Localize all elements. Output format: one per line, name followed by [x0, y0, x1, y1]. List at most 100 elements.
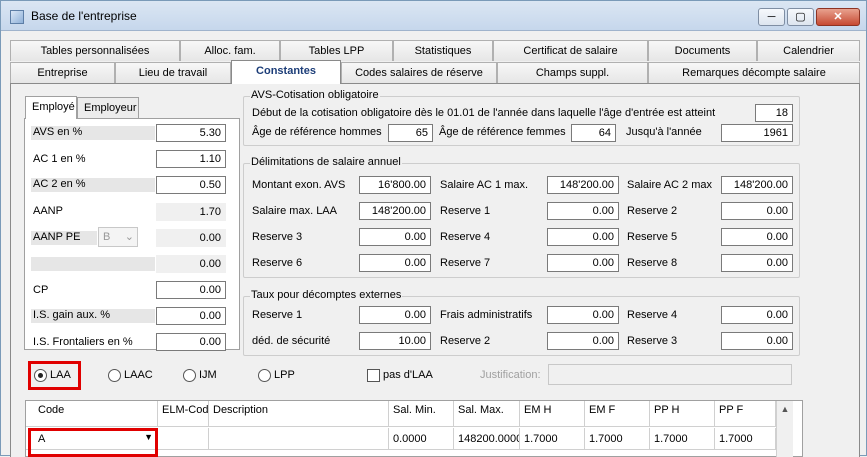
salary-label: Montant exon. AVS: [252, 179, 346, 191]
tab-lieu-de-travail[interactable]: Lieu de travail: [115, 62, 231, 83]
col-header-code[interactable]: Code: [26, 401, 158, 427]
ijm-radio[interactable]: [183, 369, 196, 382]
table-cell-description[interactable]: [209, 428, 389, 450]
tab-codes-salaires-reserve[interactable]: Codes salaires de réserve: [341, 62, 497, 83]
salary-label: Reserve 1: [440, 205, 491, 217]
rate-field[interactable]: 0.00: [359, 306, 431, 324]
avs-group-title: AVS-Cotisation obligatoire: [250, 89, 380, 101]
col-header-pp-h[interactable]: PP H: [650, 401, 715, 427]
table-scrollbar[interactable]: ▲: [776, 401, 793, 457]
aanp-pe-select[interactable]: B ⌄: [98, 227, 138, 247]
lpp-radio[interactable]: [258, 369, 271, 382]
is-frontaliers-field[interactable]: 0.00: [156, 333, 226, 351]
laa-radio[interactable]: [34, 369, 47, 382]
until-year-field[interactable]: 1961: [721, 124, 793, 142]
employee-rates-panel: AVS en % 5.30 AC 1 en % 1.10 AC 2 en % 0…: [24, 118, 240, 351]
salary-label: Reserve 4: [440, 231, 491, 243]
salary-field[interactable]: 0.00: [721, 254, 793, 272]
salary-field[interactable]: 148'200.00: [359, 202, 431, 220]
table-cell-sal-min[interactable]: 0.0000: [389, 428, 454, 450]
salary-field[interactable]: 16'800.00: [359, 176, 431, 194]
tab-tables-personnalisees[interactable]: Tables personnalisées: [10, 40, 180, 61]
table-cell-em-h[interactable]: 1.7000: [520, 428, 585, 450]
tab-certificat-salaire[interactable]: Certificat de salaire: [493, 40, 648, 61]
salary-field[interactable]: 0.00: [359, 254, 431, 272]
subtab-employe[interactable]: Employé: [25, 96, 77, 119]
col-header-sal-max[interactable]: Sal. Max.: [454, 401, 520, 427]
table-cell-elm-cod[interactable]: [158, 428, 209, 450]
avs-field[interactable]: 5.30: [156, 124, 226, 142]
external-rates-title: Taux pour décomptes externes: [250, 289, 403, 301]
col-header-pp-f[interactable]: PP F: [715, 401, 776, 427]
salary-label: Reserve 3: [252, 231, 303, 243]
salary-label: Reserve 8: [627, 257, 678, 269]
aanp-label: AANP: [33, 205, 63, 217]
tab-constantes[interactable]: Constantes: [231, 60, 341, 84]
justification-label: Justification:: [480, 369, 541, 381]
rate-field[interactable]: 0.00: [547, 332, 619, 350]
aanp-field: 1.70: [156, 203, 226, 221]
ac2-field[interactable]: 0.50: [156, 176, 226, 194]
rate-field[interactable]: 0.00: [547, 306, 619, 324]
salary-field[interactable]: 0.00: [547, 228, 619, 246]
rate-label: Frais administratifs: [440, 309, 533, 321]
salary-field[interactable]: 148'200.00: [547, 176, 619, 194]
laa-label: LAA: [50, 369, 71, 381]
is-gain-field[interactable]: 0.00: [156, 307, 226, 325]
salary-field[interactable]: 0.00: [359, 228, 431, 246]
justification-field[interactable]: [548, 364, 792, 385]
salary-field[interactable]: 0.00: [721, 228, 793, 246]
rate-label: déd. de sécurité: [252, 335, 331, 347]
rate-field[interactable]: 0.00: [721, 332, 793, 350]
tab-calendrier[interactable]: Calendrier: [757, 40, 860, 61]
col-header-description[interactable]: Description: [209, 401, 389, 427]
tab-statistiques[interactable]: Statistiques: [393, 40, 493, 61]
table-cell-pp-f[interactable]: 1.7000: [715, 428, 776, 450]
tab-champs-suppl[interactable]: Champs suppl.: [497, 62, 648, 83]
salary-field[interactable]: 148'200.00: [721, 176, 793, 194]
salary-field[interactable]: 0.00: [547, 254, 619, 272]
avs-group: [243, 96, 800, 146]
table-cell-em-f[interactable]: 1.7000: [585, 428, 650, 450]
col-header-em-f[interactable]: EM F: [585, 401, 650, 427]
app-window: Base de l'entreprise ─ ▢ ✕ Tables person…: [0, 0, 867, 457]
aanp-pe-field: 0.00: [156, 229, 226, 247]
men-age-field[interactable]: 65: [388, 124, 433, 142]
rate-field[interactable]: 0.00: [721, 306, 793, 324]
tab-alloc-fam[interactable]: Alloc. fam.: [180, 40, 280, 61]
cp-field[interactable]: 0.00: [156, 281, 226, 299]
table-cell-sal-max[interactable]: 148200.0000: [454, 428, 520, 450]
women-age-field[interactable]: 64: [571, 124, 616, 142]
col-header-sal-min[interactable]: Sal. Min.: [389, 401, 454, 427]
minimize-button[interactable]: ─: [758, 8, 785, 26]
rate-label: Reserve 1: [252, 309, 303, 321]
tab-tables-lpp[interactable]: Tables LPP: [280, 40, 393, 61]
tab-remarques-decompte[interactable]: Remarques décompte salaire: [648, 62, 860, 83]
avs-start-field[interactable]: 18: [755, 104, 793, 122]
is-frontaliers-label: I.S. Frontaliers en %: [33, 336, 133, 348]
ac1-field[interactable]: 1.10: [156, 150, 226, 168]
is-gain-label: I.S. gain aux. %: [33, 309, 111, 321]
subtab-employeur[interactable]: Employeur: [77, 97, 139, 118]
title-bar: Base de l'entreprise ─ ▢ ✕: [1, 1, 866, 31]
aanp-pe-label: AANP PE: [33, 231, 81, 243]
window-title: Base de l'entreprise: [31, 9, 137, 23]
app-icon: [10, 10, 24, 24]
rate-field[interactable]: 10.00: [359, 332, 431, 350]
row-stripe: [31, 257, 155, 271]
tab-entreprise[interactable]: Entreprise: [10, 62, 115, 83]
pas-laa-checkbox[interactable]: [367, 369, 380, 382]
close-button[interactable]: ✕: [816, 8, 860, 26]
salary-field[interactable]: 0.00: [721, 202, 793, 220]
tab-documents[interactable]: Documents: [648, 40, 757, 61]
col-header-elm-cod[interactable]: ELM-Cod: [158, 401, 209, 427]
maximize-button[interactable]: ▢: [787, 8, 814, 26]
aanp-pe-select-value: B: [103, 231, 111, 243]
until-year-label: Jusqu'à l'année: [626, 126, 702, 138]
salary-field[interactable]: 0.00: [547, 202, 619, 220]
table-cell-pp-h[interactable]: 1.7000: [650, 428, 715, 450]
salary-label: Reserve 2: [627, 205, 678, 217]
col-header-em-h[interactable]: EM H: [520, 401, 585, 427]
scroll-up-icon[interactable]: ▲: [777, 401, 793, 414]
laac-radio[interactable]: [108, 369, 121, 382]
